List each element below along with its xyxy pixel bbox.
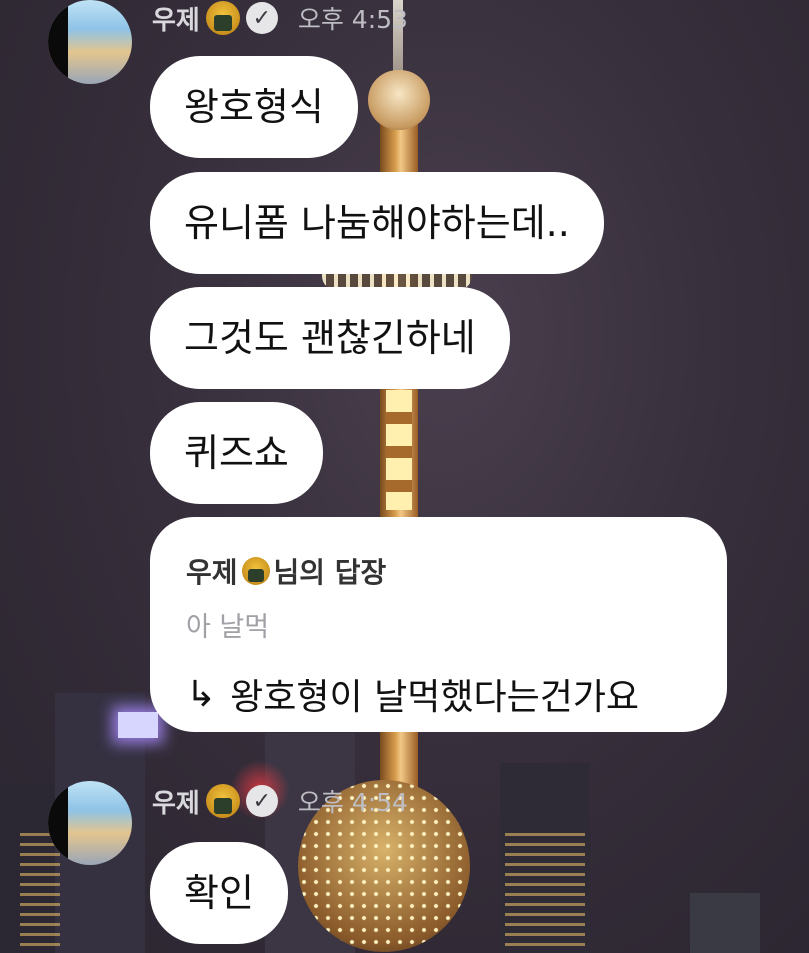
verified-check-icon: ✓ [245,785,278,817]
verified-check-icon: ✓ [245,2,278,34]
message-bubble[interactable]: 퀴즈쇼 [150,402,323,504]
message-time: 오후 4:54 [297,788,408,817]
message-text: 퀴즈쇼 [184,431,289,475]
message-time: 오후 4:53 [297,5,408,34]
message-header: 우제 ✓ 오후 4:54 [152,781,408,821]
reply-to-name: 우제 [186,556,238,589]
sender-avatar[interactable] [48,0,132,84]
message-bubble[interactable]: 확인 [150,842,288,944]
reply-message-bubble[interactable]: 우제 님의 답장 아 날먹 ↳ 왕호형이 날먹했다는건가요 [150,517,727,732]
message-header: 우제 ✓ 오후 4:53 [152,0,408,38]
chat-screen: 우제 ✓ 오후 4:53 왕호형식 유니폼 나눔해야하는데.. 그것도 괜찮긴하… [0,0,809,953]
reply-text: 왕호형이 날먹했다는건가요 [230,677,640,718]
sender-avatar[interactable] [48,781,132,865]
message-bubble[interactable]: 유니폼 나눔해야하는데.. [150,172,604,274]
sender-name[interactable]: 우제 [152,783,200,820]
message-text: 유니폼 나눔해야하는데.. [184,201,570,245]
reply-to-suffix: 님의 답장 [273,556,387,589]
message-text: 왕호형식 [184,85,324,129]
message-text: 확인 [184,871,254,915]
onigiri-icon [205,784,240,818]
onigiri-icon [241,557,270,585]
reply-arrow-icon: ↳ [186,673,217,715]
message-bubble[interactable]: 그것도 괜찮긴하네 [150,287,510,389]
onigiri-icon [205,1,240,35]
message-bubble[interactable]: 왕호형식 [150,56,358,158]
reply-to-line: 우제 님의 답장 [186,551,691,591]
sender-name[interactable]: 우제 [152,0,200,37]
message-text: 그것도 괜찮긴하네 [184,316,476,360]
reply-body: ↳ 왕호형이 날먹했다는건가요 [186,668,691,720]
quoted-text[interactable]: 아 날먹 [186,605,691,644]
